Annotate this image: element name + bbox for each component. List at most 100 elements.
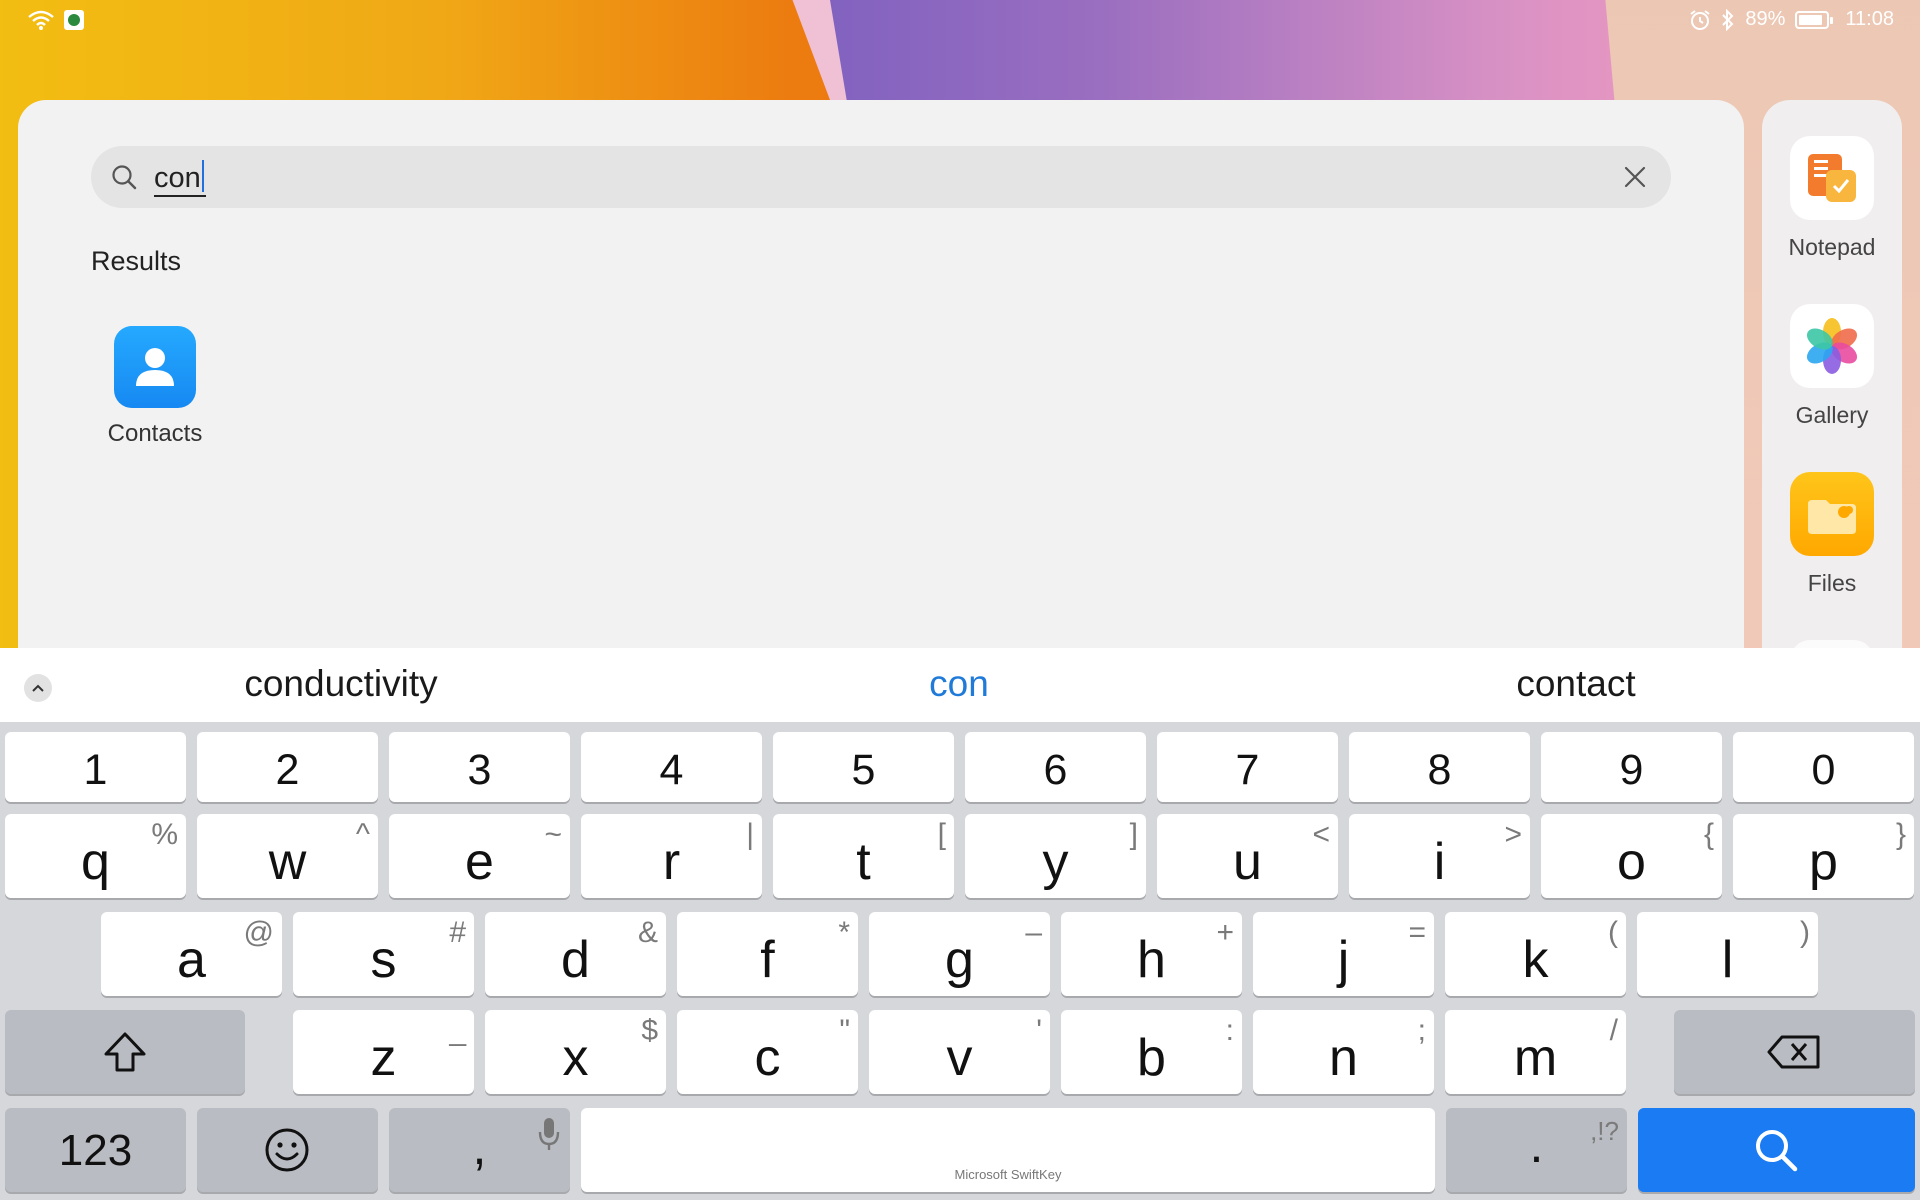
key-0[interactable]: 0	[1733, 732, 1914, 802]
key-y[interactable]: y]	[965, 814, 1146, 898]
close-icon[interactable]	[1623, 165, 1647, 189]
key-w-alt-symbol: ^	[355, 818, 370, 851]
result-app-contacts[interactable]: Contacts	[90, 326, 220, 448]
key-v[interactable]: v '	[869, 1010, 1050, 1094]
key-1-label: 1	[83, 746, 108, 794]
key-x[interactable]: x $	[485, 1010, 666, 1094]
key-f-alt-symbol: *	[838, 916, 850, 949]
key-7-label: 7	[1235, 746, 1260, 794]
search-key[interactable]	[1638, 1108, 1915, 1192]
space-key[interactable]: Microsoft SwiftKey	[581, 1108, 1435, 1192]
key-b[interactable]: b:	[1061, 1010, 1242, 1094]
shift-key[interactable]	[5, 1010, 245, 1094]
text-caret	[201, 160, 204, 192]
key-i-alt-symbol: >	[1504, 818, 1522, 851]
key-j[interactable]: j =	[1253, 912, 1434, 996]
key-z-label: z	[370, 1029, 397, 1087]
key-j-alt-symbol: =	[1408, 916, 1426, 949]
key-l[interactable]: l)	[1637, 912, 1818, 996]
period-key-sub: ,!?	[1590, 1116, 1619, 1146]
key-p-alt-symbol: }	[1895, 818, 1906, 851]
key-k-alt-symbol: (	[1608, 916, 1618, 949]
key-o-label: o	[1617, 833, 1646, 891]
key-f-label: f	[760, 931, 775, 989]
key-d[interactable]: d &	[485, 912, 666, 996]
bluetooth-icon	[1722, 8, 1734, 31]
key-6[interactable]: 6	[965, 732, 1146, 802]
key-p[interactable]: p}	[1733, 814, 1914, 898]
battery-fill	[1799, 14, 1823, 25]
key-y-label: y	[1042, 833, 1069, 891]
search-input[interactable]: con	[154, 160, 206, 197]
key-q-alt-symbol: %	[151, 818, 178, 851]
suggestion-toolbar-toggle[interactable]	[24, 674, 52, 702]
key-v-alt-symbol: '	[1036, 1014, 1042, 1047]
key-g[interactable]: g –	[869, 912, 1050, 996]
key-f[interactable]: f *	[677, 912, 858, 996]
suggestion-left[interactable]: conductivity	[244, 662, 437, 706]
key-h[interactable]: h +	[1061, 912, 1242, 996]
dock-label: Files	[1807, 570, 1857, 596]
key-m-alt-symbol: /	[1609, 1014, 1618, 1047]
key-q[interactable]: q%	[5, 814, 186, 898]
key-w[interactable]: w ^	[197, 814, 378, 898]
key-5[interactable]: 5	[773, 732, 954, 802]
dock-item-gallery[interactable]: Gallery	[1762, 304, 1902, 429]
key-l-alt-symbol: )	[1800, 916, 1810, 949]
key-m[interactable]: m /	[1445, 1010, 1626, 1094]
dock-item-notepad[interactable]: Notepad	[1762, 136, 1902, 261]
key-c[interactable]: c "	[677, 1010, 858, 1094]
alarm-icon	[1690, 9, 1710, 30]
backspace-key[interactable]	[1674, 1010, 1915, 1094]
key-o[interactable]: o{	[1541, 814, 1722, 898]
key-r-alt-symbol: |	[746, 818, 754, 851]
clock: 11:08	[1845, 8, 1894, 30]
key-a-alt-symbol: @	[243, 916, 274, 949]
comma-key[interactable]: ,	[389, 1108, 570, 1192]
backspace-icon	[1767, 1035, 1820, 1069]
search-bar[interactable]: con	[91, 146, 1671, 208]
key-y-alt-symbol: ]	[1129, 818, 1138, 851]
key-t-alt-symbol: [	[937, 818, 946, 851]
search-panel: con Results Contacts	[18, 100, 1744, 660]
suggestion-center[interactable]: con	[929, 662, 989, 706]
key-3[interactable]: 3	[389, 732, 570, 802]
key-6-label: 6	[1043, 746, 1068, 794]
period-key[interactable]: . ,!?	[1446, 1108, 1627, 1192]
key-e[interactable]: e ~	[389, 814, 570, 898]
key-t[interactable]: t[	[773, 814, 954, 898]
key-1[interactable]: 1	[5, 732, 186, 802]
key-s[interactable]: s #	[293, 912, 474, 996]
key-h-label: h	[1137, 931, 1166, 989]
key-8[interactable]: 8	[1349, 732, 1530, 802]
key-x-alt-symbol: $	[641, 1014, 658, 1047]
suggestion-right[interactable]: contact	[1516, 662, 1635, 706]
key-z[interactable]: z _	[293, 1010, 474, 1094]
key-v-label: v	[946, 1029, 973, 1087]
key-7[interactable]: 7	[1157, 732, 1338, 802]
key-2[interactable]: 2	[197, 732, 378, 802]
key-c-alt-symbol: "	[839, 1014, 850, 1047]
key-u[interactable]: u <	[1157, 814, 1338, 898]
key-n[interactable]: n;	[1253, 1010, 1434, 1094]
emoji-key[interactable]	[197, 1108, 378, 1192]
key-i[interactable]: i >	[1349, 814, 1530, 898]
search-icon	[1756, 1130, 1798, 1172]
key-5-label: 5	[851, 746, 876, 794]
status-bar: 89% 11:08	[0, 0, 1920, 42]
key-p-label: p	[1809, 833, 1838, 891]
battery-icon	[1795, 10, 1834, 29]
key-n-label: n	[1329, 1029, 1358, 1087]
numbers-key[interactable]: 123	[5, 1108, 186, 1192]
emoji-icon	[265, 1128, 309, 1172]
dock-item-files[interactable]: Files	[1762, 472, 1902, 597]
key-e-label: e	[465, 833, 494, 891]
key-9[interactable]: 9	[1541, 732, 1722, 802]
key-k[interactable]: k(	[1445, 912, 1626, 996]
key-4[interactable]: 4	[581, 732, 762, 802]
dock-label: Notepad	[1788, 234, 1876, 260]
key-r[interactable]: r |	[581, 814, 762, 898]
search-query-text: con	[154, 162, 201, 194]
key-a[interactable]: a @	[101, 912, 282, 996]
key-s-alt-symbol: #	[449, 916, 466, 949]
